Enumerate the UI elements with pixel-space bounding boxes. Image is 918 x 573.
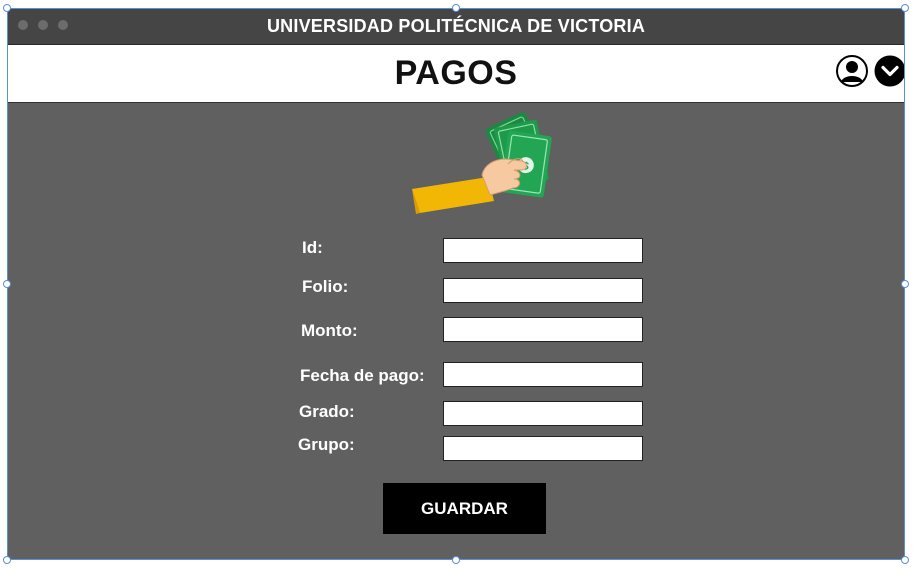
resize-handle-bottom[interactable] xyxy=(452,556,460,564)
grupo-input[interactable] xyxy=(443,436,643,461)
form-label-monto: Monto: xyxy=(301,321,358,340)
app-title: UNIVERSIDAD POLITÉCNICA DE VICTORIA xyxy=(266,16,646,36)
save-button[interactable]: GUARDAR xyxy=(383,483,546,534)
resize-handle-top-right[interactable] xyxy=(901,4,909,12)
resize-handle-bottom-right[interactable] xyxy=(901,556,909,564)
resize-handle-left[interactable] xyxy=(3,280,11,288)
page-title: PAGOS xyxy=(394,54,518,92)
monto-input[interactable] xyxy=(443,317,643,342)
resize-handle-bottom-left[interactable] xyxy=(3,556,11,564)
chevron-down-icon[interactable] xyxy=(874,55,904,87)
resize-handle-top[interactable] xyxy=(452,4,460,12)
grado-input[interactable] xyxy=(443,401,643,426)
title-bar: UNIVERSIDAD POLITÉCNICA DE VICTORIA xyxy=(8,9,904,45)
hand-money-icon: $ $ xyxy=(412,112,552,214)
form-label-id: Id: xyxy=(302,238,323,257)
id-input[interactable] xyxy=(443,238,643,263)
mockup-canvas: UNIVERSIDAD POLITÉCNICA DE VICTORIA PAGO… xyxy=(0,0,918,573)
resize-handle-top-left[interactable] xyxy=(3,4,11,12)
page-header: PAGOS xyxy=(8,45,904,103)
resize-handle-right[interactable] xyxy=(901,280,909,288)
folio-input[interactable] xyxy=(443,278,643,303)
form-label-grupo: Grupo: xyxy=(298,435,355,454)
form-label-grado: Grado: xyxy=(299,402,355,421)
form-label-folio: Folio: xyxy=(302,277,349,296)
user-icon[interactable] xyxy=(836,55,868,87)
app-window: UNIVERSIDAD POLITÉCNICA DE VICTORIA PAGO… xyxy=(8,9,904,559)
fecha-de-pago-input[interactable] xyxy=(443,362,643,387)
form-label-fecha-de-pago: Fecha de pago: xyxy=(300,366,425,385)
